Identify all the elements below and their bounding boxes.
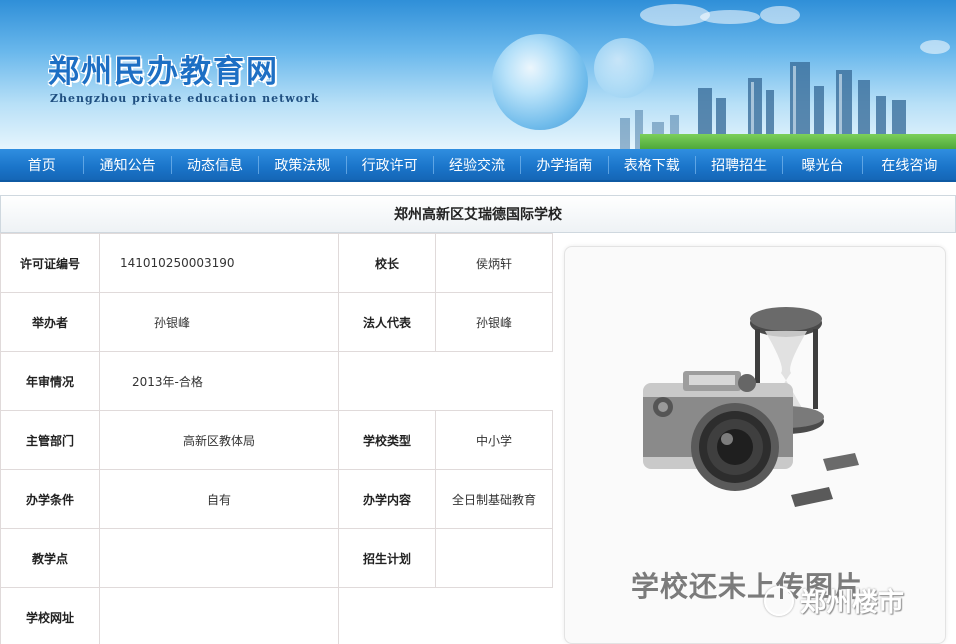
nav-item-news[interactable]: 动态信息 [172,148,258,181]
nav-item-guide[interactable]: 办学指南 [521,148,607,181]
table-row: 教学点 招生计划 [0,528,553,588]
nav-item-home[interactable]: 首页 [0,148,83,181]
value-program: 全日制基础教育 [435,469,553,529]
site-logo-title[interactable]: 郑州民办教育网 [48,46,279,91]
value-sponsor: 孙银峰 [99,292,339,352]
site-logo-subtitle: Zhengzhou private education network [50,92,320,105]
table-row: 举办者 孙银峰 法人代表 孙银峰 [0,292,553,352]
label-facilities: 办学条件 [0,469,100,529]
empty-cell [339,588,436,644]
city-skyline-graphic [620,62,906,149]
label-website: 学校网址 [0,587,100,644]
watermark: 郑州楼市 [764,582,904,619]
label-annual-review: 年审情况 [0,351,100,411]
school-name: 郑州高新区艾瑞德国际学校 [394,207,562,223]
value-legal-rep: 孙银峰 [435,292,553,352]
globe-graphic [492,34,588,130]
label-school-type: 学校类型 [338,410,436,470]
empty-cell [436,352,553,411]
label-principal: 校长 [338,233,436,293]
nav-item-exposure[interactable]: 曝光台 [783,148,862,181]
camera-hourglass-icon [643,307,859,507]
nav-item-recruitment[interactable]: 招聘招生 [696,148,782,181]
value-annual-review: 2013年-合格 [99,351,339,411]
value-principal: 侯炳轩 [435,233,553,293]
value-facilities: 自有 [99,469,339,529]
label-license-number: 许可证编号 [0,233,100,293]
value-campus [99,528,339,588]
nav-item-notices[interactable]: 通知公告 [84,148,170,181]
label-enrollment-plan: 招生计划 [338,528,436,588]
value-authority: 高新区教体局 [99,410,339,470]
cloud-decoration [700,10,760,24]
nav-item-experience[interactable]: 经验交流 [434,148,520,181]
nav-item-licensing[interactable]: 行政许可 [346,148,432,181]
nav-item-downloads[interactable]: 表格下载 [609,148,695,181]
nav-item-policies[interactable]: 政策法规 [259,148,345,181]
label-sponsor: 举办者 [0,292,100,352]
empty-cell [339,352,436,411]
watermark-text: 郑州楼市 [800,588,905,618]
grass-decoration [640,134,956,149]
table-row: 主管部门 高新区教体局 学校类型 中小学 [0,410,553,470]
wechat-icon [764,585,794,616]
main-nav: 首页 通知公告 动态信息 政策法规 行政许可 经验交流 办学指南 表格下载 招聘… [0,149,956,182]
label-authority: 主管部门 [0,410,100,470]
site-banner: 郑州民办教育网 Zhengzhou private education netw… [0,0,956,149]
label-campus: 教学点 [0,528,100,588]
table-row: 年审情况 2013年-合格 [0,351,553,411]
table-row: 学校网址 [0,587,553,644]
label-legal-rep: 法人代表 [338,292,436,352]
value-enrollment-plan [435,528,553,588]
value-website[interactable] [99,587,339,644]
cloud-decoration [760,6,800,24]
school-info-table: 许可证编号 141010250003190 校长 侯炳轩 举办者 孙银峰 法人代… [0,233,553,644]
empty-cell [436,588,553,644]
table-row: 许可证编号 141010250003190 校长 侯炳轩 [0,233,553,293]
label-program: 办学内容 [338,469,436,529]
value-license-number: 141010250003190 [99,233,339,293]
value-school-type: 中小学 [435,410,553,470]
table-row: 办学条件 自有 办学内容 全日制基础教育 [0,469,553,529]
school-title-bar: 郑州高新区艾瑞德国际学校 [0,195,956,233]
nav-item-consult[interactable]: 在线咨询 [863,148,956,181]
